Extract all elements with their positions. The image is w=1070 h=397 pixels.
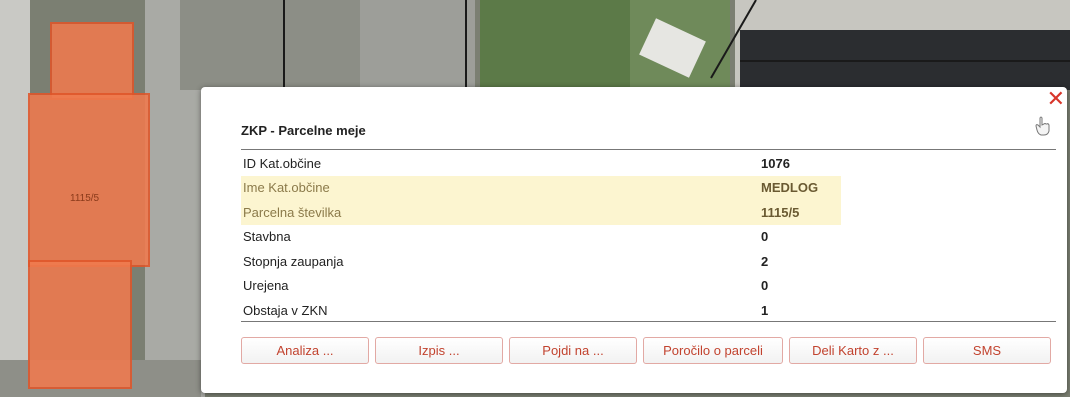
row-value: 1115/5 <box>761 204 800 220</box>
table-row: Ime Kat.občine MEDLOG <box>241 175 841 200</box>
row-label: ID Kat.občine <box>243 155 322 171</box>
table-row: Urejena 0 <box>241 274 841 299</box>
highlighted-parcel[interactable] <box>28 260 132 389</box>
parcel-boundary-line <box>465 0 467 90</box>
table-row: Stopnja zaupanja 2 <box>241 249 841 274</box>
row-label: Urejena <box>243 278 289 294</box>
row-value: 2 <box>761 253 769 269</box>
map-road <box>355 0 475 90</box>
map-building <box>0 0 30 397</box>
analiza-button[interactable]: Analiza ... <box>241 337 369 364</box>
table-row: Stavbna 0 <box>241 225 841 250</box>
popup-title: ZKP - Parcelne meje <box>241 123 366 138</box>
table-row: Parcelna številka 1115/5 <box>241 200 841 225</box>
map-strip <box>180 0 360 90</box>
highlighted-parcel[interactable] <box>50 22 134 100</box>
row-value: 1076 <box>761 155 790 171</box>
parcel-info-popup: ✕ ZKP - Parcelne meje ID Kat.občine 1076… <box>201 87 1067 393</box>
row-label: Parcelna številka <box>243 204 342 220</box>
table-row: ID Kat.občine 1076 <box>241 151 841 176</box>
row-value: MEDLOG <box>761 180 819 196</box>
row-label: Stopnja zaupanja <box>243 253 344 269</box>
sms-button[interactable]: SMS <box>923 337 1051 364</box>
parcel-boundary-line <box>740 60 1070 62</box>
highlighted-parcel[interactable] <box>28 93 150 267</box>
row-value: 1 <box>761 302 769 318</box>
close-icon[interactable]: ✕ <box>1047 89 1065 111</box>
attribute-table: ID Kat.občine 1076 Ime Kat.občine MEDLOG… <box>241 151 841 323</box>
action-buttons: Analiza ... Izpis ... Pojdi na ... Poroč… <box>241 337 1051 364</box>
row-value: 0 <box>761 278 769 294</box>
parcel-label: 1115/5 <box>70 193 100 204</box>
pojdi-na-button[interactable]: Pojdi na ... <box>509 337 637 364</box>
parcel-boundary-line <box>283 0 285 90</box>
hand-pointer-icon[interactable] <box>1033 115 1053 137</box>
divider <box>241 149 1056 150</box>
table-row: Obstaja v ZKN 1 <box>241 298 841 323</box>
row-label: Stavbna <box>243 229 291 245</box>
row-label: Ime Kat.občine <box>243 180 330 196</box>
map-field <box>480 0 630 90</box>
porocilo-o-parceli-button[interactable]: Poročilo o parceli <box>643 337 783 364</box>
deli-karto-button[interactable]: Deli Karto z ... <box>789 337 917 364</box>
izpis-button[interactable]: Izpis ... <box>375 337 503 364</box>
row-value: 0 <box>761 229 769 245</box>
divider <box>241 321 1056 322</box>
row-label: Obstaja v ZKN <box>243 302 328 318</box>
